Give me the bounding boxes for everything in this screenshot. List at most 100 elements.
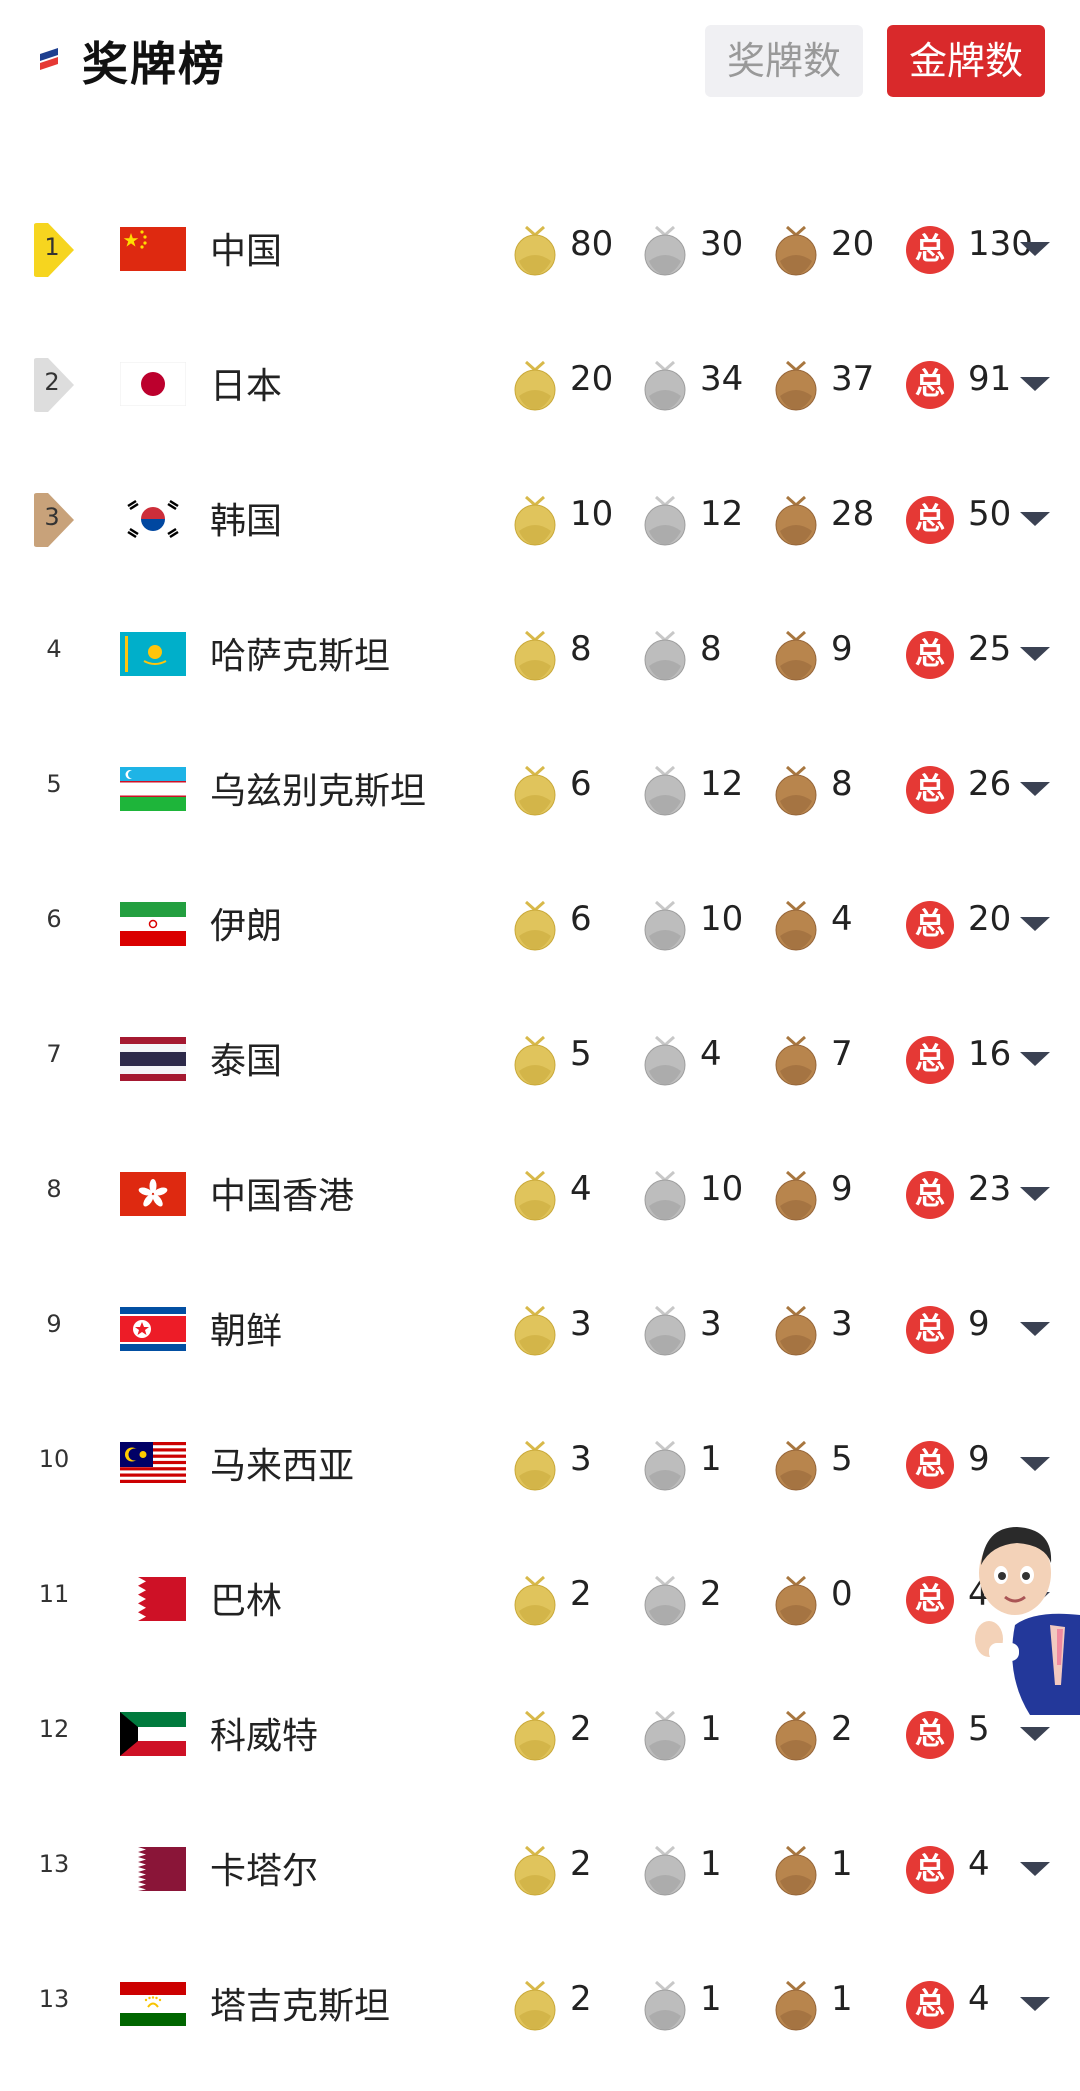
gold-count: 4 [570, 1169, 592, 1209]
table-row[interactable]: 3 韩国 10 12 28 总 50 [0, 452, 1080, 587]
country-flag-icon [120, 362, 186, 406]
bronze-count: 0 [831, 1574, 853, 1614]
table-row[interactable]: 12 科威特 2 1 2 总 5 [0, 1667, 1080, 1802]
table-row[interactable]: 13 塔吉克斯坦 2 1 1 总 4 [0, 1937, 1080, 2072]
country-name: 泰国 [210, 1041, 283, 1082]
country-name: 中国 [210, 231, 283, 272]
bronze-medal-icon [773, 1440, 819, 1492]
table-row[interactable]: 10 马来西亚 3 1 5 总 9 [0, 1397, 1080, 1532]
total-icon: 总 [906, 1981, 954, 2029]
silver-medal-icon [642, 360, 688, 412]
bronze-medal-icon [773, 1170, 819, 1222]
silver-medal-icon [642, 1170, 688, 1222]
expand-chevron-icon[interactable] [1020, 647, 1050, 661]
expand-chevron-icon[interactable] [1020, 377, 1050, 391]
country-name: 塔吉克斯坦 [210, 1986, 391, 2027]
bronze-count: 28 [831, 494, 875, 534]
total-icon: 总 [906, 1576, 954, 1624]
country-flag-icon [120, 767, 186, 811]
country-flag-icon [120, 1307, 186, 1351]
expand-chevron-icon[interactable] [1020, 917, 1050, 931]
total-icon: 总 [906, 1846, 954, 1894]
rank-number: 8 [46, 1175, 62, 1203]
sort-by-medals-button[interactable]: 奖牌数 [705, 25, 863, 97]
silver-count: 1 [700, 1979, 722, 2019]
rank-number: 6 [46, 905, 62, 933]
gold-count: 6 [570, 764, 592, 804]
table-row[interactable]: 1 中国 80 30 20 总 130 [0, 182, 1080, 317]
silver-medal-icon [642, 225, 688, 277]
rank-number: 12 [38, 1715, 70, 1743]
country-name: 马来西亚 [210, 1446, 355, 1487]
silver-medal-icon [642, 1575, 688, 1627]
bronze-count: 9 [831, 1169, 853, 1209]
silver-count: 10 [700, 899, 744, 939]
bronze-count: 37 [831, 359, 875, 399]
rank-badge-icon: 1 [34, 223, 78, 277]
expand-chevron-icon[interactable] [1020, 1322, 1050, 1336]
silver-medal-icon [642, 495, 688, 547]
country-flag-icon [120, 632, 186, 676]
expand-chevron-icon[interactable] [1020, 512, 1050, 526]
expand-chevron-icon[interactable] [1020, 782, 1050, 796]
silver-count: 1 [700, 1844, 722, 1884]
total-count: 9 [968, 1304, 990, 1344]
expand-chevron-icon[interactable] [1020, 242, 1050, 256]
silver-medal-icon [642, 1845, 688, 1897]
table-row[interactable]: 4 哈萨克斯坦 8 8 9 总 25 [0, 587, 1080, 722]
expand-chevron-icon[interactable] [1020, 1727, 1050, 1741]
rank-badge-icon: 2 [34, 358, 78, 412]
silver-count: 12 [700, 764, 744, 804]
bronze-count: 3 [831, 1304, 853, 1344]
gold-count: 2 [570, 1574, 592, 1614]
country-flag-icon [120, 1442, 186, 1486]
table-row[interactable]: 6 伊朗 6 10 4 总 20 [0, 857, 1080, 992]
bronze-medal-icon [773, 1305, 819, 1357]
gold-medal-icon [512, 630, 558, 682]
gold-count: 2 [570, 1979, 592, 2019]
silver-count: 2 [700, 1574, 722, 1614]
table-row[interactable]: 11 巴林 2 2 0 总 4 [0, 1532, 1080, 1667]
table-row[interactable]: 9 朝鲜 3 3 3 总 9 [0, 1262, 1080, 1397]
silver-count: 30 [700, 224, 744, 264]
table-row[interactable]: 8 中国香港 4 10 9 总 23 [0, 1127, 1080, 1262]
expand-chevron-icon[interactable] [1020, 1862, 1050, 1876]
app-logo-icon [40, 48, 58, 70]
table-row[interactable]: 13 卡塔尔 2 1 1 总 4 [0, 1802, 1080, 1937]
expand-chevron-icon[interactable] [1020, 1457, 1050, 1471]
bronze-count: 20 [831, 224, 875, 264]
bronze-medal-icon [773, 1980, 819, 2032]
table-row[interactable]: 7 泰国 5 4 7 总 16 [0, 992, 1080, 1127]
bronze-count: 1 [831, 1844, 853, 1884]
bronze-medal-icon [773, 1845, 819, 1897]
total-count: 16 [968, 1034, 1012, 1074]
rank-number: 3 [44, 503, 60, 531]
silver-count: 12 [700, 494, 744, 534]
sort-by-gold-button[interactable]: 金牌数 [887, 25, 1045, 97]
silver-medal-icon [642, 1035, 688, 1087]
country-flag-icon [120, 1172, 186, 1216]
total-count: 25 [968, 629, 1012, 669]
table-row[interactable]: 2 日本 20 34 37 总 91 [0, 317, 1080, 452]
bronze-medal-icon [773, 1710, 819, 1762]
total-count: 23 [968, 1169, 1012, 1209]
gold-medal-icon [512, 1170, 558, 1222]
silver-medal-icon [642, 1710, 688, 1762]
expand-chevron-icon[interactable] [1020, 1187, 1050, 1201]
country-flag-icon [120, 1037, 186, 1081]
rank-number: 2 [44, 368, 60, 396]
bronze-count: 1 [831, 1979, 853, 2019]
table-row[interactable]: 5 乌兹别克斯坦 6 12 8 总 26 [0, 722, 1080, 857]
expand-chevron-icon[interactable] [1020, 1052, 1050, 1066]
total-count: 4 [968, 1979, 990, 2019]
expand-chevron-icon[interactable] [1020, 1997, 1050, 2011]
gold-medal-icon [512, 225, 558, 277]
gold-medal-icon [512, 1035, 558, 1087]
gold-medal-icon [512, 1845, 558, 1897]
mascot-sticker-icon[interactable] [975, 1515, 1080, 1715]
country-name: 韩国 [210, 501, 283, 542]
gold-medal-icon [512, 765, 558, 817]
rank-number: 9 [46, 1310, 62, 1338]
total-count: 26 [968, 764, 1012, 804]
bronze-count: 7 [831, 1034, 853, 1074]
